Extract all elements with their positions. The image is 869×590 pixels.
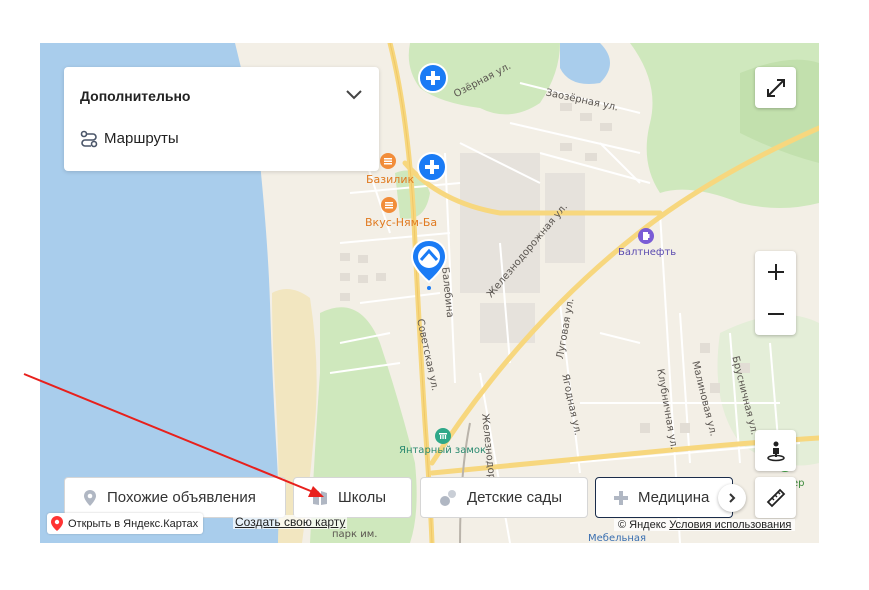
- annotation-arrow: [23, 373, 324, 497]
